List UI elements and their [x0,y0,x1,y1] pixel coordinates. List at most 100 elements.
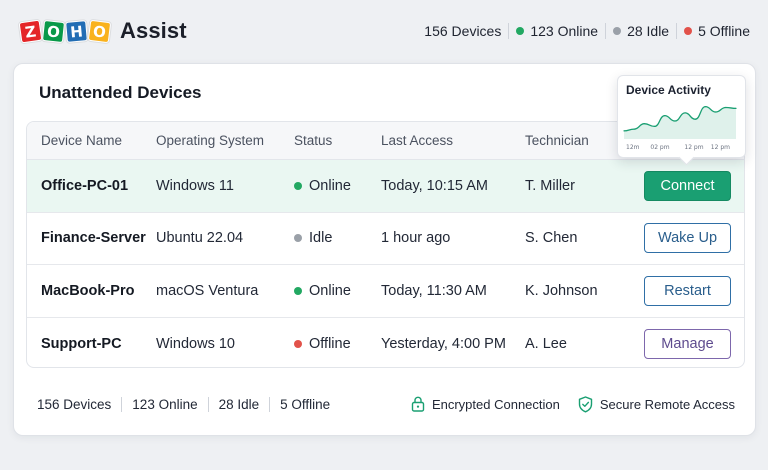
table-row[interactable]: Office-PC-01 Windows 11 Online Today, 10:15… [27,160,744,213]
secure-remote-access-label: Secure Remote Access [599,396,735,412]
column-header-device-name[interactable]: Device Name [27,133,156,148]
technician: K. Johnson [525,282,598,299]
status-dot-icon [684,27,693,35]
activity-tick-label: 12 pm [711,144,730,151]
device-status: Online [294,178,381,194]
technician: T. Miller [525,177,575,194]
device-status: Idle [294,230,381,246]
footer-stat-offline: 5 Offline [269,396,340,412]
footer-stat-devices: 156 Devices [37,396,112,412]
activity-point [633,128,635,130]
last-access: Today, 11:30 AM [381,282,487,299]
last-access: Yesterday, 4:00 PM [381,335,506,352]
device-activity-title: Device Activity [626,83,711,97]
logo-tile: O [87,19,112,43]
device-activity-chart: 12m 02 pm 12 pm 12 pm [623,105,737,151]
operating-system: Windows 11 [156,177,234,194]
header-stat: 123 Online [508,23,605,39]
activity-point [715,111,717,113]
status-label: Online [309,282,351,299]
technician: A. Lee [525,335,567,352]
header-stats: 156 Devices 123 Online 28 Idle 5 Offline [417,23,750,39]
row-actions: Connect [630,170,744,201]
activity-point [643,123,645,125]
table-row[interactable]: Support-PC Windows 10 Offline Yesterday, 4:… [27,318,744,368]
logo-tile: Z [18,19,43,43]
activity-point [735,107,737,109]
status-dot-icon [294,286,302,295]
activity-point [623,130,625,132]
status-dot-icon [613,27,622,35]
status-dot-icon [294,339,302,348]
status-dot-icon [294,234,302,243]
activity-point [653,125,656,127]
row-actions: Wake Up [630,223,744,254]
row-actions: Manage [630,328,744,359]
last-access: Today, 10:15 AM [381,177,488,194]
operating-system: macOS Ventura [156,282,259,299]
header-stat: 5 Offline [676,23,750,39]
activity-tick-label: 02 pm [650,144,669,151]
operating-system: Ubuntu 22.04 [156,230,244,247]
column-header-last-access[interactable]: Last Access [381,133,525,148]
activity-point [725,106,727,109]
activity-point [704,106,707,108]
device-status: Online [294,283,381,299]
device-name: Office-PC-01 [41,177,129,194]
activity-point [684,112,686,114]
status-dot-icon [294,181,302,190]
logo-tile: H [65,19,88,43]
status-label: Offline [309,335,351,352]
connect-button[interactable]: Connect [644,170,731,201]
activity-point [664,115,666,117]
activity-point [674,120,676,122]
brand: ZOHO Assist [18,18,187,44]
device-status: Offline [294,336,381,352]
status-label: Online [309,177,351,194]
table-row[interactable]: Finance-Server Ubuntu 22.04 Idle 1 hour ago… [27,213,744,265]
header-stat-label: 156 Devices [424,23,502,39]
device-name: Finance-Server [41,230,146,247]
header-stat-label: 5 Offline [698,23,750,39]
activity-tick-label: 12 pm [684,144,703,151]
lock-icon [411,396,425,412]
operating-system: Windows 10 [156,335,235,352]
manage-button[interactable]: Manage [644,328,731,359]
row-actions: Restart [630,275,744,306]
footer-stats: 156 Devices 123 Online 28 Idle 5 Offline [26,396,340,412]
header-stat: 28 Idle [605,23,676,39]
logo-tile: O [41,19,66,43]
zoho-logo: ZOHO [18,19,112,43]
encrypted-connection: Encrypted Connection [411,396,560,412]
last-access: 1 hour ago [381,230,451,247]
card-title: Unattended Devices [39,83,202,102]
header-stat: 156 Devices [417,23,508,39]
footer-stat-online: 123 Online [121,396,207,412]
shield-check-icon [578,395,593,412]
app-header: ZOHO Assist 156 Devices 123 Online 28 Idle… [0,0,768,62]
card-footer: 156 Devices 123 Online 28 Idle 5 Offline… [26,391,745,417]
activity-point [694,118,696,120]
column-header-operating-system[interactable]: Operating System [156,133,294,148]
technician: S. Chen [525,230,578,247]
secure-remote-access: Secure Remote Access [578,395,735,413]
activity-tick-label: 12m [626,144,640,151]
header-stat-label: 28 Idle [627,23,670,39]
devices-table: Device Name Operating System Status Last… [26,121,745,368]
device-name: Support-PC [41,335,122,352]
encrypted-connection-label: Encrypted Connection [431,396,560,412]
header-stat-label: 123 Online [530,23,599,39]
wake-up-button[interactable]: Wake Up [644,223,731,254]
app-name: Assist [120,18,187,43]
security-indicators: Encrypted Connection Secure Remote Acces… [411,395,745,413]
table-row[interactable]: MacBook-Pro macOS Ventura Online Today, 11:… [27,265,744,318]
status-label: Idle [309,230,333,247]
device-activity-popup: Device Activity 12m 02 pm 12 pm 12 pm [617,75,746,158]
column-header-technician[interactable]: Technician [525,133,630,148]
table-body: Office-PC-01 Windows 11 Online Today, 10:15… [27,160,744,368]
device-name: MacBook-Pro [41,282,135,299]
footer-stat-idle: 28 Idle [207,396,270,412]
status-dot-icon [516,27,525,35]
column-header-status[interactable]: Status [294,133,381,148]
restart-button[interactable]: Restart [644,275,731,306]
